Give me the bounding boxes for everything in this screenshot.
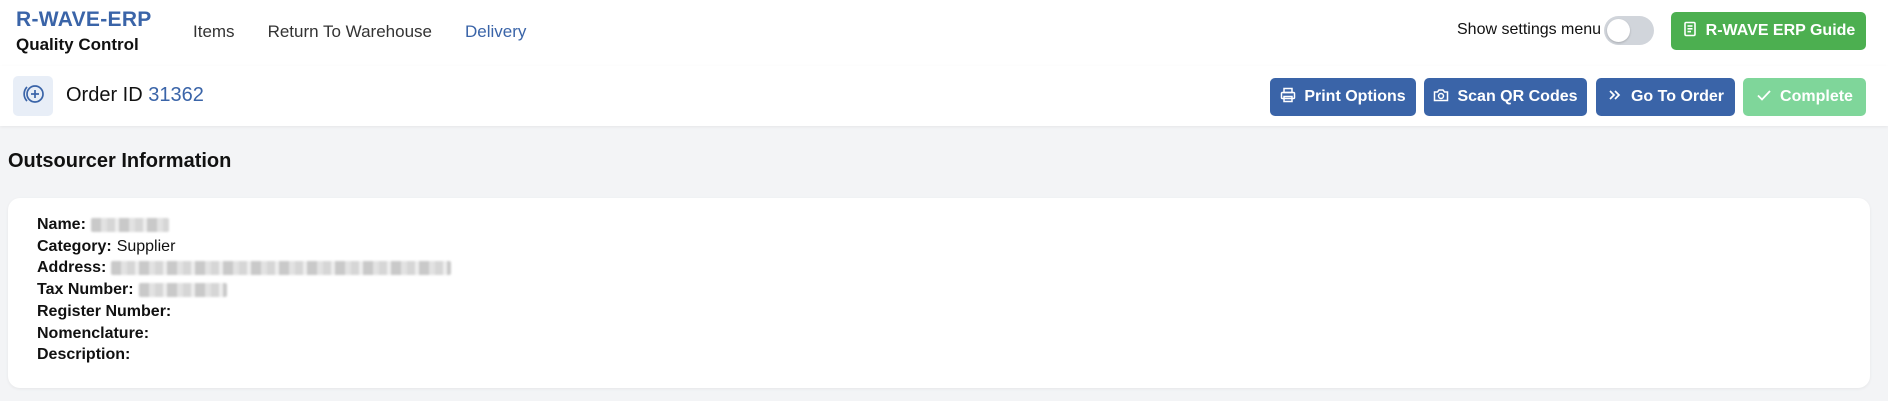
- scan-qr-codes-button[interactable]: Scan QR Codes: [1424, 78, 1587, 116]
- brand-subtitle: Quality Control: [16, 35, 139, 54]
- info-row-name: Name:: [37, 214, 451, 236]
- nav-item-items[interactable]: Items: [193, 22, 235, 42]
- info-row-description: Description:: [37, 344, 451, 366]
- back-circle-plus-icon: [20, 81, 46, 112]
- complete-button[interactable]: Complete: [1743, 78, 1866, 116]
- top-navbar: R-WAVE-ERP Quality Control Items Return …: [0, 0, 1888, 66]
- description-label: Description:: [37, 346, 131, 364]
- scan-qr-codes-label: Scan QR Codes: [1457, 88, 1578, 105]
- address-label: Address:: [37, 259, 107, 277]
- book-icon: [1682, 21, 1698, 42]
- brand[interactable]: R-WAVE-ERP Quality Control: [16, 8, 152, 56]
- register-number-label: Register Number:: [37, 302, 172, 320]
- print-options-label: Print Options: [1304, 88, 1406, 105]
- guide-button[interactable]: R-WAVE ERP Guide: [1671, 12, 1866, 50]
- tax-number-label: Tax Number:: [37, 281, 134, 299]
- toggle-knob: [1607, 19, 1630, 42]
- brand-title: R-WAVE-ERP: [16, 8, 152, 31]
- category-label: Category:: [37, 237, 112, 255]
- order-toolbar: Order ID 31362 Print Options Scan QR Cod…: [0, 66, 1888, 126]
- name-redacted: [90, 217, 169, 232]
- camera-icon: [1433, 87, 1449, 108]
- info-row-category: Category: Supplier: [37, 236, 451, 258]
- settings-toggle[interactable]: [1604, 16, 1654, 45]
- printer-icon: [1280, 87, 1296, 108]
- outsourcer-info-card: Name: Category: Supplier Address: Tax Nu…: [8, 198, 1870, 388]
- back-button[interactable]: [13, 76, 53, 116]
- name-label: Name:: [37, 216, 86, 233]
- outsourcer-info-list: Name: Category: Supplier Address: Tax Nu…: [37, 214, 452, 366]
- order-prefix: Order ID: [66, 84, 143, 106]
- order-id: 31362: [148, 84, 204, 106]
- main-nav: Items Return To Warehouse Delivery: [193, 22, 559, 42]
- info-row-nomenclature: Nomenclature:: [37, 323, 451, 345]
- check-icon: [1756, 87, 1772, 108]
- nav-item-delivery[interactable]: Delivery: [465, 22, 526, 42]
- guide-button-label: R-WAVE ERP Guide: [1705, 22, 1856, 39]
- print-options-button[interactable]: Print Options: [1270, 78, 1416, 116]
- go-to-order-label: Go To Order: [1630, 88, 1725, 105]
- category-value: Supplier: [116, 237, 176, 255]
- info-row-register-number: Register Number:: [37, 301, 451, 323]
- order-title: Order ID 31362: [66, 84, 204, 107]
- tax-number-redacted: [138, 282, 227, 297]
- settings-toggle-label: Show settings menu: [1457, 21, 1602, 38]
- double-chevron-right-icon: [1607, 87, 1623, 108]
- info-row-address: Address:: [37, 257, 452, 279]
- info-row-tax-number: Tax Number:: [37, 279, 451, 301]
- nav-item-return-to-warehouse[interactable]: Return To Warehouse: [268, 22, 432, 42]
- address-redacted: [111, 261, 452, 276]
- nomenclature-label: Nomenclature:: [37, 324, 150, 342]
- go-to-order-button[interactable]: Go To Order: [1596, 78, 1735, 116]
- complete-label: Complete: [1780, 88, 1853, 105]
- section-title: Outsourcer Information: [8, 150, 232, 172]
